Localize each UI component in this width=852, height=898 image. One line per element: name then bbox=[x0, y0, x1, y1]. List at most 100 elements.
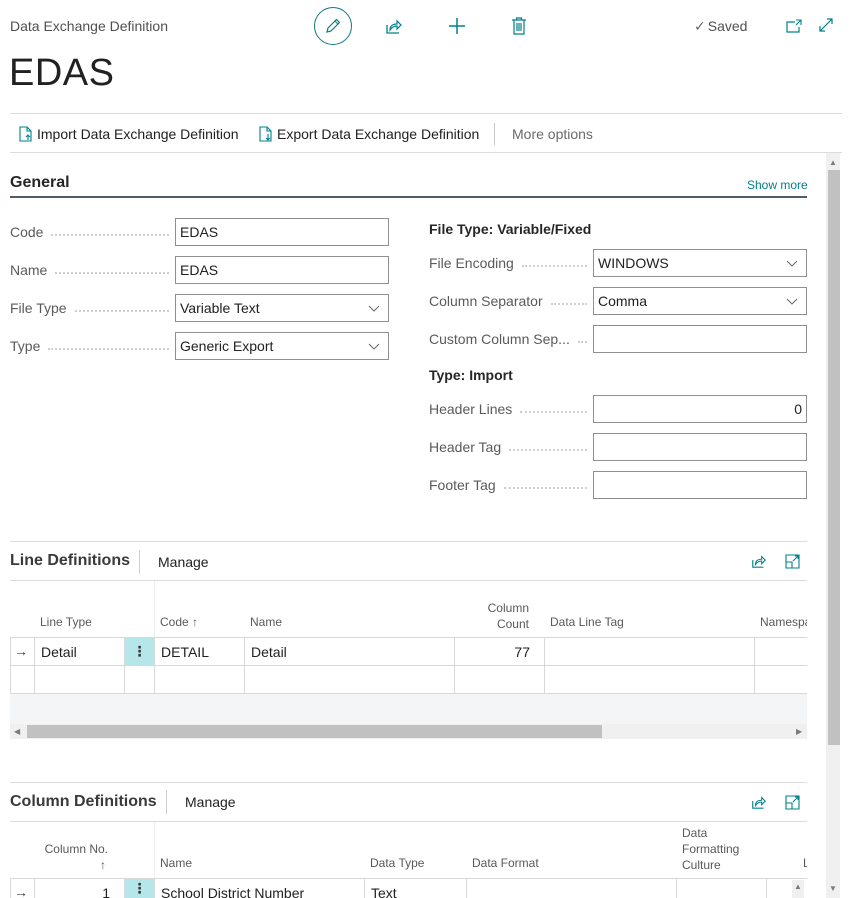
expand-part-icon bbox=[784, 553, 800, 569]
column-definitions-manage[interactable]: Manage bbox=[185, 794, 236, 810]
line-definitions-manage[interactable]: Manage bbox=[158, 554, 209, 570]
frozen-column-divider bbox=[154, 581, 155, 637]
export-definition-label: Export Data Exchange Definition bbox=[277, 126, 480, 142]
leader-dots bbox=[521, 265, 587, 267]
col-name[interactable]: Name bbox=[160, 855, 192, 871]
code-label-text: Code bbox=[10, 224, 44, 240]
file-type-select[interactable]: Variable Text bbox=[175, 294, 389, 322]
col-column-no[interactable]: Column No. ↑ bbox=[40, 841, 108, 873]
expand-button[interactable] bbox=[817, 16, 835, 34]
name-field[interactable]: EDAS bbox=[175, 256, 389, 284]
file-type-group-title: File Type: Variable/Fixed bbox=[429, 221, 592, 237]
column-row-column-no[interactable]: 1 bbox=[40, 885, 110, 898]
current-row-arrow-icon: → bbox=[14, 643, 28, 659]
leader-dots bbox=[503, 487, 587, 489]
grid-scroll-up-icon[interactable]: ▲ bbox=[794, 882, 802, 891]
custom-column-separator-label-text: Custom Column Sep... bbox=[429, 331, 570, 347]
grid-col-line bbox=[544, 637, 545, 694]
import-definition-action[interactable]: Import Data Exchange Definition bbox=[19, 126, 239, 142]
type-import-group-title: Type: Import bbox=[429, 367, 513, 383]
column-definitions-share-button[interactable] bbox=[750, 793, 768, 811]
chevron-down-icon bbox=[786, 260, 798, 267]
col-culture-line3: Culture bbox=[682, 858, 721, 872]
col-column-count-line1: Column bbox=[487, 601, 529, 615]
page-scroll-down-icon[interactable]: ▼ bbox=[829, 884, 837, 893]
edit-icon bbox=[326, 18, 341, 33]
header-lines-label-text: Header Lines bbox=[429, 401, 513, 417]
type-label-text: Type bbox=[10, 338, 41, 354]
sort-ascending-icon: ↑ bbox=[100, 858, 106, 872]
code-field[interactable]: EDAS bbox=[175, 218, 389, 246]
col-name[interactable]: Name bbox=[250, 614, 282, 630]
grid-col-line bbox=[154, 878, 155, 898]
file-type-value: Variable Text bbox=[180, 300, 260, 316]
line-definitions-expand-button[interactable] bbox=[783, 552, 801, 570]
page-vertical-scrollbar-thumb[interactable] bbox=[828, 170, 840, 745]
col-column-count[interactable]: Column Count bbox=[470, 600, 529, 632]
scroll-left-icon[interactable]: ◀ bbox=[14, 727, 20, 736]
column-separator-label: Column Separator bbox=[429, 291, 593, 311]
line-row-column-count[interactable]: 77 bbox=[455, 644, 530, 660]
col-culture-line1: Data bbox=[682, 826, 708, 840]
footer-tag-field[interactable] bbox=[593, 471, 807, 499]
file-encoding-value: WINDOWS bbox=[598, 255, 669, 271]
type-select[interactable]: Generic Export bbox=[175, 332, 389, 360]
custom-column-separator-label: Custom Column Sep... bbox=[429, 329, 593, 349]
header-lines-label: Header Lines bbox=[429, 399, 593, 419]
delete-button[interactable] bbox=[509, 15, 529, 37]
checkmark-icon: ✓ bbox=[694, 18, 706, 34]
column-separator-select[interactable]: Comma bbox=[593, 287, 807, 315]
custom-column-separator-field[interactable] bbox=[593, 325, 807, 353]
file-encoding-select[interactable]: WINDOWS bbox=[593, 249, 807, 277]
trash-icon bbox=[512, 17, 526, 35]
line-definitions-title: Line Definitions bbox=[10, 552, 130, 569]
header-lines-field[interactable]: 0 bbox=[593, 395, 807, 423]
footer-tag-label-text: Footer Tag bbox=[429, 477, 496, 493]
expand-icon bbox=[819, 18, 833, 32]
page-scroll-up-icon[interactable]: ▲ bbox=[829, 158, 837, 167]
share-icon bbox=[386, 19, 402, 34]
col-namespace[interactable]: Namespa bbox=[760, 614, 807, 630]
line-definitions-header-rule bbox=[10, 580, 807, 581]
show-more-link[interactable]: Show more bbox=[747, 178, 808, 192]
col-data-formatting-culture[interactable]: Data Formatting Culture bbox=[682, 825, 739, 873]
col-next-truncated[interactable]: L bbox=[803, 855, 807, 871]
col-data-type[interactable]: Data Type bbox=[370, 855, 424, 871]
header-tag-field[interactable] bbox=[593, 433, 807, 461]
col-data-line-tag[interactable]: Data Line Tag bbox=[550, 614, 624, 630]
line-definitions-divider bbox=[139, 550, 140, 574]
col-code[interactable]: Code ↑ bbox=[160, 614, 198, 630]
file-type-label-text: File Type bbox=[10, 300, 67, 316]
leader-dots bbox=[520, 411, 587, 413]
leader-dots bbox=[577, 341, 587, 343]
col-column-count-line2: Count bbox=[496, 617, 529, 631]
name-value: EDAS bbox=[180, 262, 219, 278]
header-tag-label: Header Tag bbox=[429, 437, 593, 457]
edit-button[interactable] bbox=[314, 7, 352, 45]
column-row-data-type[interactable]: Text bbox=[371, 885, 397, 898]
new-button[interactable] bbox=[446, 15, 468, 37]
row-actions-button[interactable]: ⋮ bbox=[125, 879, 154, 898]
grid-col-line bbox=[466, 878, 467, 898]
column-separator-value: Comma bbox=[598, 293, 648, 309]
line-row-line-type[interactable]: Detail bbox=[41, 644, 77, 660]
leader-dots bbox=[55, 272, 169, 274]
row-actions-button[interactable]: ⋮ bbox=[125, 638, 154, 665]
column-row-name[interactable]: School District Number bbox=[161, 885, 304, 898]
line-row-name[interactable]: Detail bbox=[251, 644, 287, 660]
footer-tag-label: Footer Tag bbox=[429, 475, 593, 495]
share-button[interactable] bbox=[384, 16, 404, 36]
more-options-action[interactable]: More options bbox=[512, 126, 593, 142]
line-definitions-share-button[interactable] bbox=[750, 552, 768, 570]
col-data-format[interactable]: Data Format bbox=[472, 855, 539, 871]
line-row-code[interactable]: DETAIL bbox=[161, 644, 209, 660]
file-encoding-label-text: File Encoding bbox=[429, 255, 514, 271]
scroll-right-icon[interactable]: ▶ bbox=[796, 727, 802, 736]
export-definition-action[interactable]: Export Data Exchange Definition bbox=[259, 126, 479, 142]
column-definitions-expand-button[interactable] bbox=[783, 793, 801, 811]
grid-col-line bbox=[34, 878, 35, 898]
horizontal-scrollbar-thumb[interactable] bbox=[27, 725, 602, 738]
open-new-window-button[interactable] bbox=[785, 17, 803, 35]
col-line-type[interactable]: Line Type bbox=[40, 614, 92, 630]
grid-col-line bbox=[364, 878, 365, 898]
